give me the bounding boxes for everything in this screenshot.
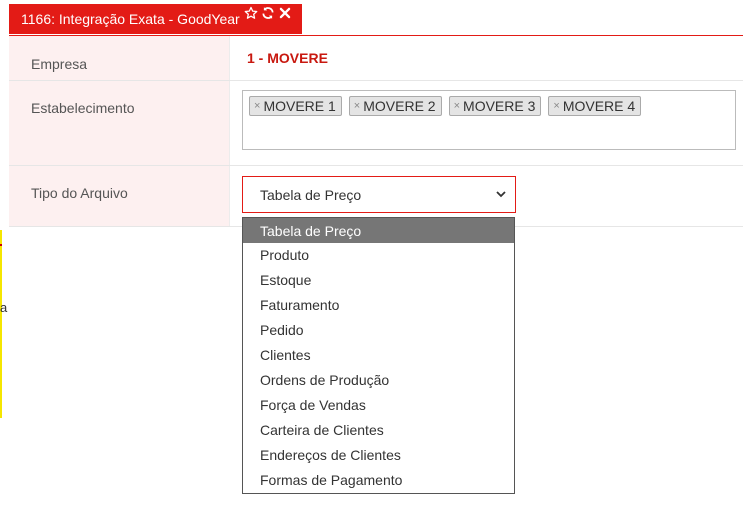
window-tab: 1166: Integração Exata - GoodYear <box>9 4 302 34</box>
dropdown-option-faturamento[interactable]: Faturamento <box>243 293 514 318</box>
refresh-icon[interactable] <box>261 6 275 20</box>
dropdown-option-pedido[interactable]: Pedido <box>243 318 514 343</box>
dropdown-option-ordens-de-producao[interactable]: Ordens de Produção <box>243 368 514 393</box>
dropdown-option-tabela-de-preco[interactable]: Tabela de Preço <box>243 218 514 243</box>
tag-label: MOVERE 1 <box>263 98 336 114</box>
establishment-tag: × MOVERE 4 <box>548 96 642 116</box>
dropdown-option-clientes[interactable]: Clientes <box>243 343 514 368</box>
settings-form: Empresa 1 - MOVERE Estabelecimento Tipo … <box>9 36 743 227</box>
tag-label: MOVERE 2 <box>363 98 436 114</box>
tag-remove-icon[interactable]: × <box>254 100 260 112</box>
tag-remove-icon[interactable]: × <box>454 100 460 112</box>
establishment-multiselect[interactable]: × MOVERE 1 × MOVERE 2 × MOVERE 3 × MOVERE 4 <box>242 90 736 150</box>
tab-actions <box>244 6 292 20</box>
edge-text-fragment: a <box>0 300 8 315</box>
edge-red-mark <box>0 244 2 246</box>
close-icon[interactable] <box>278 6 292 20</box>
chevron-down-icon <box>495 187 507 203</box>
company-value-cell: 1 - MOVERE <box>230 36 743 80</box>
file-type-label: Tipo do Arquivo <box>9 166 230 226</box>
edge-yellow-strip <box>0 230 2 418</box>
company-row: Empresa 1 - MOVERE <box>9 36 743 81</box>
tab-title: 1166: Integração Exata - GoodYear <box>21 11 240 27</box>
file-type-dropdown-list: Tabela de Preço Produto Estoque Faturame… <box>242 217 515 494</box>
establishment-tag: × MOVERE 3 <box>448 96 542 116</box>
establishment-tags: × MOVERE 1 × MOVERE 2 × MOVERE 3 × MOVERE 4 <box>243 91 735 116</box>
star-icon[interactable] <box>244 6 258 20</box>
establishment-tag: × MOVERE 2 <box>348 96 442 116</box>
company-label: Empresa <box>9 36 230 80</box>
establishment-tag: × MOVERE 1 <box>249 96 342 116</box>
dropdown-option-forca-de-vendas[interactable]: Força de Vendas <box>243 393 514 418</box>
tag-remove-icon[interactable]: × <box>354 100 360 112</box>
dropdown-option-formas-de-pagamento[interactable]: Formas de Pagamento <box>243 468 514 493</box>
dropdown-option-carteira-de-clientes[interactable]: Carteira de Clientes <box>243 418 514 443</box>
file-type-selected-value: Tabela de Preço <box>260 186 362 203</box>
dropdown-option-enderecos-de-clientes[interactable]: Endereços de Clientes <box>243 443 514 468</box>
tag-label: MOVERE 3 <box>463 98 536 114</box>
dropdown-option-produto[interactable]: Produto <box>243 243 514 268</box>
establishment-label: Estabelecimento <box>9 81 230 165</box>
tag-remove-icon[interactable]: × <box>553 100 559 112</box>
company-value: 1 - MOVERE <box>247 50 328 66</box>
dropdown-option-estoque[interactable]: Estoque <box>243 268 514 293</box>
file-type-select[interactable]: Tabela de Preço <box>242 176 516 213</box>
tag-label: MOVERE 4 <box>562 98 636 114</box>
